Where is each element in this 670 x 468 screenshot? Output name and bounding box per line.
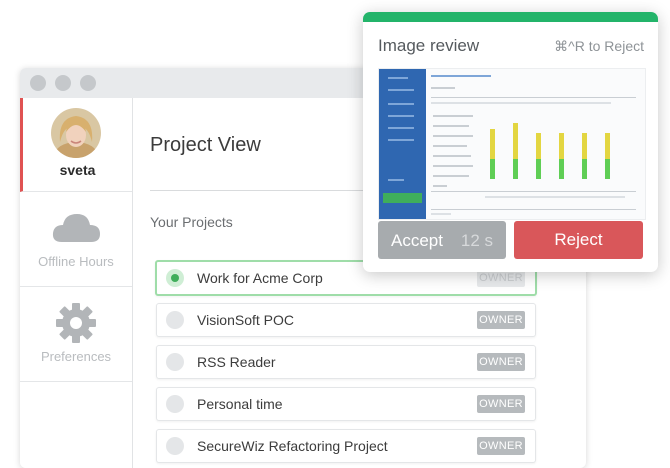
sidebar-item-preferences[interactable]: Preferences xyxy=(20,287,132,382)
thumbnail-chart-bar xyxy=(490,129,495,159)
radio-button[interactable] xyxy=(166,395,184,413)
review-accent-bar xyxy=(363,12,658,22)
thumbnail-row-line xyxy=(433,125,469,127)
thumbnail-green-button xyxy=(383,193,422,203)
thumbnail-row-line xyxy=(433,175,469,177)
project-name: RSS Reader xyxy=(197,354,276,370)
thumbnail-nav-line xyxy=(388,179,404,181)
thumbnail-axis-line xyxy=(485,196,625,198)
project-item[interactable]: VisionSoft POC OWNER xyxy=(156,303,536,337)
cloud-icon xyxy=(52,214,100,242)
thumbnail-divider xyxy=(431,209,636,210)
project-item[interactable]: Personal time OWNER xyxy=(156,387,536,421)
thumbnail-divider xyxy=(431,97,636,98)
thumbnail-chart-bar xyxy=(513,123,518,159)
thumbnail-row-line xyxy=(433,155,471,157)
project-item[interactable]: RSS Reader OWNER xyxy=(156,345,536,379)
username: sveta xyxy=(59,162,96,178)
project-item[interactable]: SecureWiz Refactoring Project OWNER xyxy=(156,429,536,463)
sidebar: sveta Offline Hours Preferences xyxy=(20,98,133,468)
thumbnail-row-line xyxy=(433,165,473,167)
radio-button[interactable] xyxy=(166,353,184,371)
sidebar-item-user[interactable]: sveta xyxy=(20,98,132,192)
thumbnail-chart-bar xyxy=(513,159,518,179)
accept-button[interactable]: Accept 12 s xyxy=(378,221,506,259)
sidebar-item-label: Preferences xyxy=(40,349,112,364)
avatar xyxy=(51,108,101,158)
project-name: Personal time xyxy=(197,396,283,412)
thumbnail-nav-line xyxy=(388,139,414,141)
thumbnail-sidebar xyxy=(379,69,426,219)
thumbnail-chart-bar xyxy=(582,159,587,179)
owner-badge: OWNER xyxy=(477,395,525,413)
project-name: Work for Acme Corp xyxy=(197,270,323,286)
close-window-dot[interactable] xyxy=(30,75,46,91)
thumbnail-nav-line xyxy=(388,127,414,129)
maximize-window-dot[interactable] xyxy=(80,75,96,91)
project-name: SecureWiz Refactoring Project xyxy=(197,438,388,454)
thumbnail-chart-bar xyxy=(559,159,564,179)
review-title: Image review xyxy=(378,36,480,55)
section-label: Your Projects xyxy=(150,214,233,230)
owner-badge: OWNER xyxy=(477,353,525,371)
thumbnail-chart-bar xyxy=(605,159,610,179)
thumbnail-chart-bar xyxy=(605,133,610,159)
thumbnail-filter-line xyxy=(431,102,611,104)
accept-countdown: 12 s xyxy=(460,231,493,250)
thumbnail-row-line xyxy=(433,135,473,137)
screenshot-thumbnail[interactable] xyxy=(378,68,646,220)
thumbnail-main xyxy=(431,69,645,219)
reject-shortcut-hint: ⌘^R to Reject xyxy=(554,38,644,54)
gear-icon xyxy=(56,303,96,343)
thumbnail-chart-bar xyxy=(536,133,541,159)
minimize-window-dot[interactable] xyxy=(55,75,71,91)
owner-badge: OWNER xyxy=(477,311,525,329)
radio-button[interactable] xyxy=(166,311,184,329)
thumbnail-nav-line xyxy=(388,77,408,79)
thumbnail-nav-line xyxy=(388,103,414,105)
radio-button[interactable] xyxy=(166,269,184,287)
sidebar-item-offline-hours[interactable]: Offline Hours xyxy=(20,192,132,287)
image-review-panel: Image review ⌘^R to Reject Accept 12 s R… xyxy=(363,12,658,272)
thumbnail-row-line xyxy=(433,185,447,187)
thumbnail-divider xyxy=(431,191,636,192)
owner-badge: OWNER xyxy=(477,437,525,455)
thumbnail-chart-bar xyxy=(559,133,564,159)
thumbnail-tab-line xyxy=(431,87,455,89)
thumbnail-row-line xyxy=(433,145,467,147)
thumbnail-footer-line xyxy=(431,213,451,215)
page-title: Project View xyxy=(150,134,261,156)
thumbnail-row-line xyxy=(433,115,473,117)
sidebar-item-label: Offline Hours xyxy=(38,254,114,269)
thumbnail-chart-bar xyxy=(582,133,587,159)
radio-button[interactable] xyxy=(166,437,184,455)
reject-button[interactable]: Reject xyxy=(514,221,643,259)
thumbnail-chart-bar xyxy=(536,159,541,179)
project-name: VisionSoft POC xyxy=(197,312,295,328)
thumbnail-nav-line xyxy=(388,89,414,91)
accept-button-label: Accept xyxy=(391,231,443,250)
thumbnail-chart-bar xyxy=(490,159,495,179)
thumbnail-header-line xyxy=(431,75,491,77)
thumbnail-nav-line xyxy=(388,115,414,117)
